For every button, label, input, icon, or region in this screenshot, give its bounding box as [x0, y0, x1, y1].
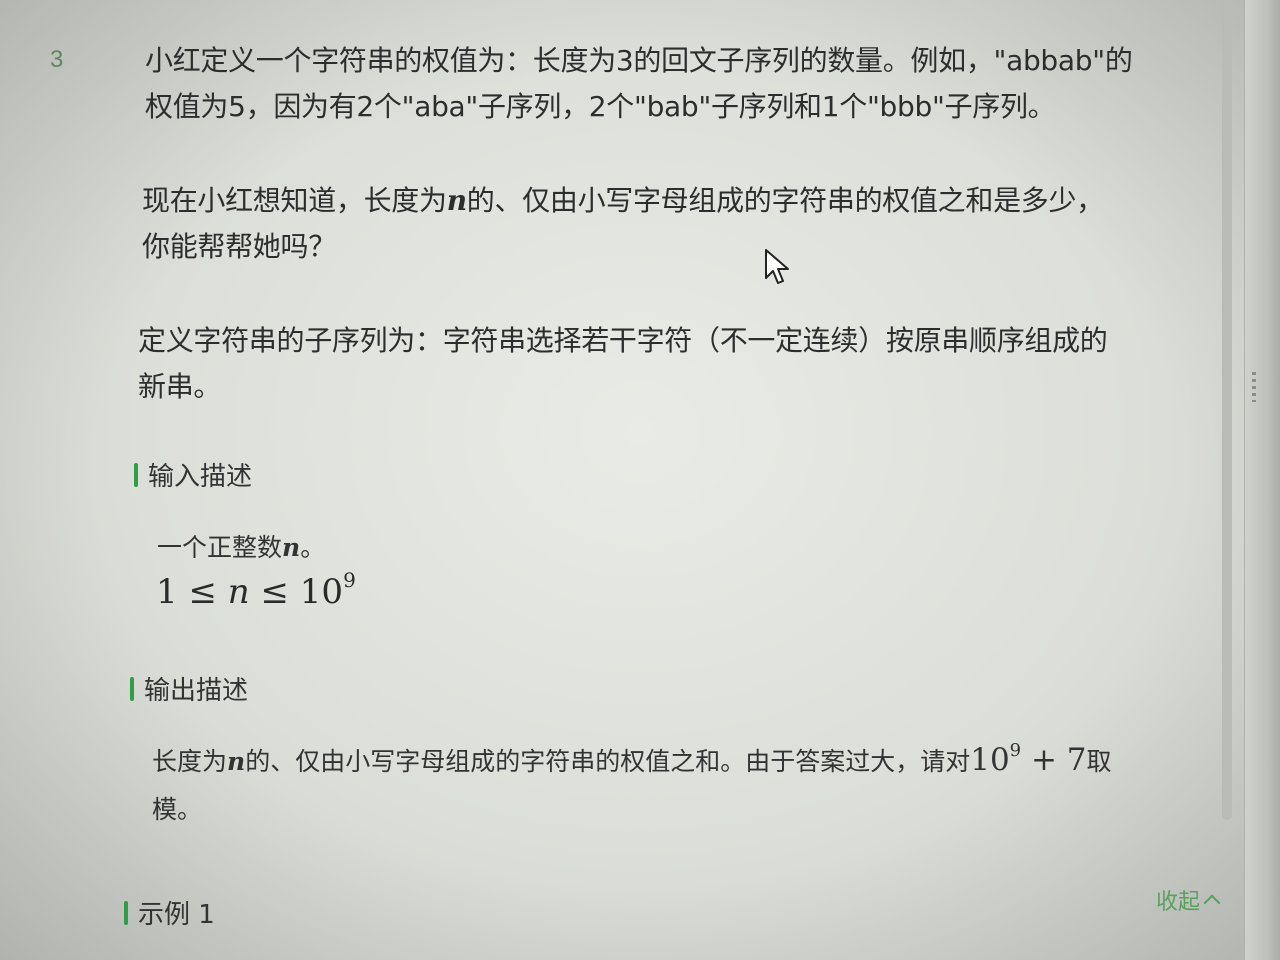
input-description: 一个正整数n。: [157, 533, 326, 562]
problem-p1-line-2: 权值为5，因为有2个"aba"子序列，2个"bab"子序列和1个"bbb"子序列…: [145, 90, 1056, 123]
section-accent-bar: [124, 900, 128, 925]
line-number: 3: [50, 46, 64, 73]
output-description-line-1: 长度为n的、仅由小写字母组成的字符串的权值之和。由于答案过大，请对109 + 7…: [152, 740, 1112, 778]
chevron-up-icon: [1203, 894, 1221, 912]
problem-p2-line-1: 现在小红想知道，长度为n的、仅由小写字母组成的字符串的权值之和是多少，: [142, 184, 1104, 217]
problem-p3-line-2: 新串。: [138, 370, 222, 403]
resize-grip-icon[interactable]: [1252, 372, 1256, 402]
problem-paragraph-2: 现在小红想知道，长度为n的、仅由小写字母组成的字符串的权值之和是多少， 你能帮帮…: [142, 178, 1104, 270]
output-heading-text: 输出描述: [144, 676, 249, 706]
example-section-heading: 示例 1: [124, 894, 215, 931]
math-var-n: n: [446, 184, 467, 217]
modulus-formula: 109 + 7: [970, 740, 1087, 778]
output-description-line-2: 模。: [152, 795, 203, 824]
input-constraint-formula: 1 ≤ n ≤ 109: [156, 568, 356, 612]
section-accent-bar: [130, 676, 134, 701]
problem-paragraph-3: 定义字符串的子序列为：字符串选择若干字符（不一定连续）按原串顺序组成的 新串。: [138, 318, 1108, 410]
collapse-button[interactable]: 收起: [1155, 884, 1221, 916]
output-section-heading: 输出描述: [130, 670, 248, 707]
section-accent-bar: [134, 462, 138, 487]
input-section-heading: 输入描述: [134, 456, 252, 493]
math-var-n: n: [227, 747, 246, 776]
input-heading-text: 输入描述: [148, 462, 253, 492]
problem-paragraph-1: 小红定义一个字符串的权值为：长度为3的回文子序列的数量。例如，"abbab"的 …: [145, 38, 1133, 130]
math-var-n: n: [282, 533, 301, 562]
collapse-label: 收起: [1155, 890, 1200, 915]
problem-p3-line-1: 定义字符串的子序列为：字符串选择若干字符（不一定连续）按原串顺序组成的: [138, 324, 1108, 357]
example-heading-text: 示例 1: [138, 900, 215, 930]
mouse-pointer-icon: [765, 249, 789, 284]
panel-divider: [1244, 0, 1280, 960]
problem-p2-line-2: 你能帮帮她吗？: [142, 230, 336, 263]
problem-p1-line-1: 小红定义一个字符串的权值为：长度为3的回文子序列的数量。例如，"abbab"的: [145, 44, 1133, 77]
vertical-scrollbar-thumb[interactable]: [1222, 0, 1232, 820]
